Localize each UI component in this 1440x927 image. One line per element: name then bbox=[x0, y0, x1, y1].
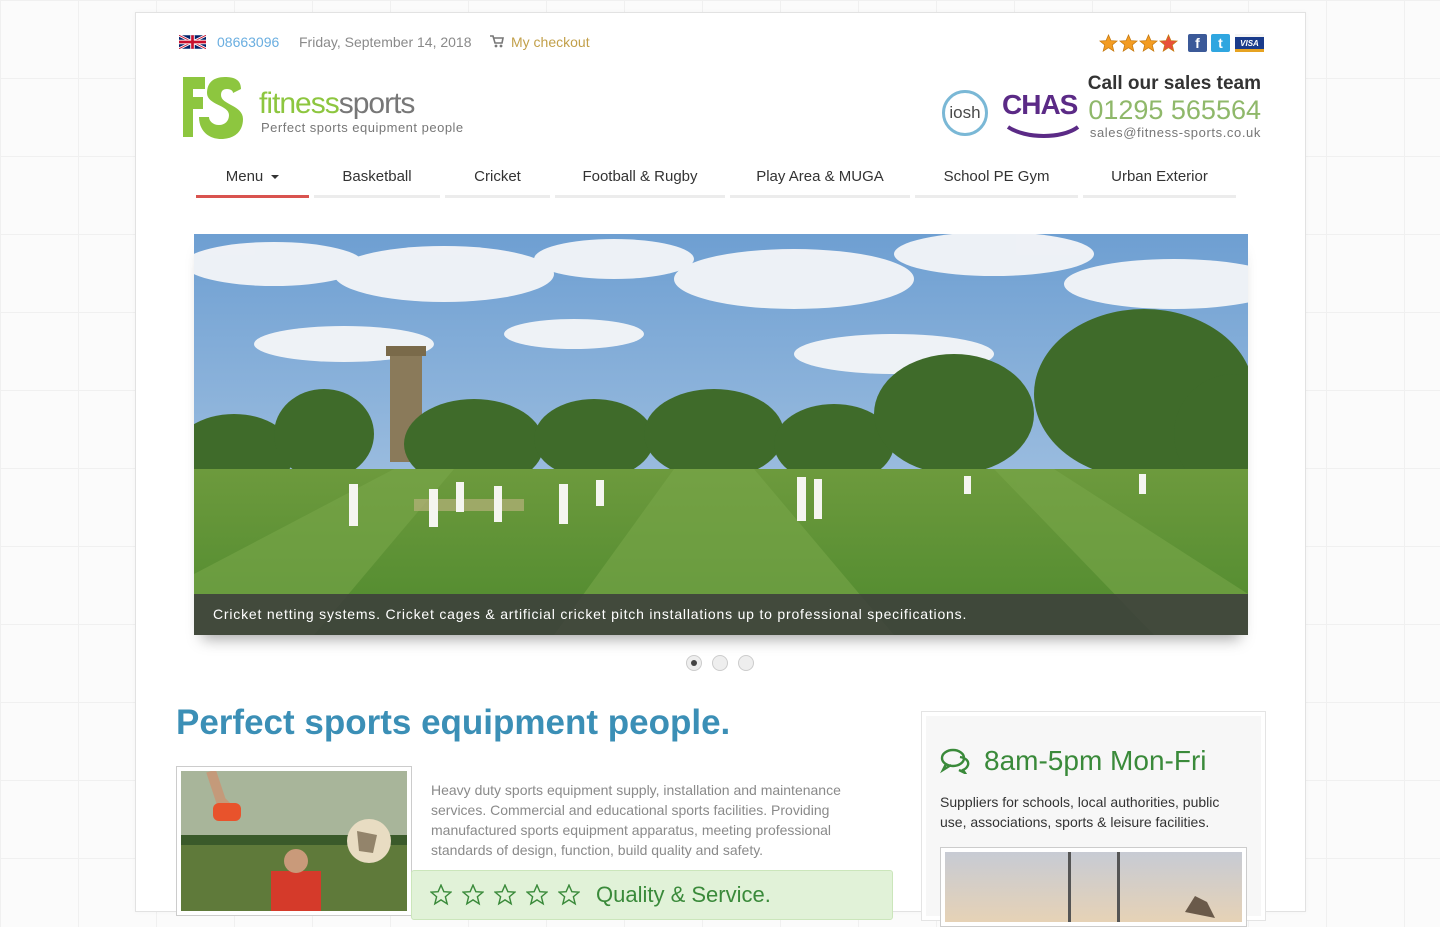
nav-play-area-muga[interactable]: Play Area & MUGA bbox=[730, 158, 910, 198]
chas-logo-text: CHAS bbox=[1002, 89, 1078, 120]
nav-cricket[interactable]: Cricket bbox=[445, 158, 550, 198]
fitness-sports-logo-icon[interactable] bbox=[179, 75, 245, 141]
football-thumbnail bbox=[176, 766, 412, 916]
nav-urban-exterior[interactable]: Urban Exterior bbox=[1083, 158, 1236, 198]
brand-name-fitness: fitness bbox=[259, 87, 340, 120]
facebook-icon[interactable]: f bbox=[1188, 34, 1207, 52]
top-bar: 08663096 Friday, September 14, 2018 My c… bbox=[179, 33, 1264, 53]
sales-title: Call our sales team bbox=[1087, 73, 1261, 94]
suppliers-text: Suppliers for schools, local authorities… bbox=[940, 794, 1220, 830]
caret-down-icon bbox=[271, 174, 280, 179]
brand-name[interactable]: fitnesssports bbox=[259, 87, 416, 121]
football-image bbox=[181, 769, 407, 911]
chas-swoosh-icon bbox=[1006, 125, 1080, 138]
top-phone-link[interactable]: 08663096 bbox=[217, 34, 279, 50]
info-panel: 8am-5pm Mon-Fri Suppliers for schools, l… bbox=[921, 711, 1266, 927]
sales-contact: Call our sales team 01295 565564 sales@f… bbox=[1088, 73, 1261, 140]
hours-text: 8am-5pm Mon-Fri bbox=[984, 745, 1207, 776]
slider-dot[interactable] bbox=[738, 655, 754, 671]
brand-name-sports: sports bbox=[338, 87, 416, 120]
rating-star-icon bbox=[1139, 33, 1158, 52]
quality-star-icon bbox=[462, 884, 484, 906]
slider-dot[interactable] bbox=[712, 655, 728, 671]
sales-email[interactable]: sales@fitness-sports.co.uk bbox=[1088, 125, 1261, 140]
rating-star-icon bbox=[1099, 33, 1118, 52]
nav-menu[interactable]: Menu bbox=[196, 158, 309, 198]
nav-menu-label: Menu bbox=[225, 168, 264, 185]
quality-stars bbox=[430, 884, 590, 906]
quality-star-icon bbox=[494, 884, 516, 906]
current-date: Friday, September 14, 2018 bbox=[299, 34, 472, 50]
rating-stars bbox=[1099, 33, 1178, 53]
quality-banner: Quality & Service. bbox=[411, 870, 893, 920]
quality-text: Quality & Service. bbox=[596, 882, 771, 907]
main-nav: Menu Basketball Cricket Football & Rugby… bbox=[196, 158, 1236, 198]
shopping-cart-icon[interactable] bbox=[490, 35, 504, 48]
nav-school-pe-gym[interactable]: School PE Gym bbox=[915, 158, 1078, 198]
quality-star-icon bbox=[558, 884, 580, 906]
slider-dot[interactable] bbox=[686, 655, 702, 671]
hero-slider[interactable]: Cricket netting systems. Cricket cages &… bbox=[194, 234, 1248, 635]
quality-star-icon bbox=[430, 884, 452, 906]
quality-star-icon bbox=[526, 884, 548, 906]
rating-star-icon bbox=[1159, 33, 1178, 52]
nav-basketball[interactable]: Basketball bbox=[314, 158, 440, 198]
page-headline: Perfect sports equipment people. bbox=[176, 703, 731, 742]
uk-flag-icon[interactable] bbox=[179, 35, 206, 49]
cricket-field-image bbox=[194, 234, 1248, 635]
visa-icon: VISA bbox=[1235, 34, 1264, 52]
brand-tagline: Perfect sports equipment people bbox=[261, 120, 464, 135]
twitter-icon[interactable]: t bbox=[1211, 34, 1230, 52]
iosh-badge: iosh bbox=[942, 90, 988, 136]
my-checkout-link[interactable]: My checkout bbox=[511, 34, 590, 50]
opening-hours: 8am-5pm Mon-Fri bbox=[940, 745, 1206, 777]
nav-football-rugby[interactable]: Football & Rugby bbox=[555, 158, 725, 198]
slider-caption: Cricket netting systems. Cricket cages &… bbox=[194, 594, 1248, 635]
chat-bubbles-icon bbox=[940, 748, 970, 774]
sales-phone[interactable]: 01295 565564 bbox=[1088, 95, 1261, 125]
page-container: 08663096 Friday, September 14, 2018 My c… bbox=[135, 12, 1306, 927]
panel-thumbnail bbox=[940, 847, 1247, 927]
top-right-badges: f t VISA bbox=[1099, 33, 1264, 53]
sunset-image bbox=[945, 852, 1242, 922]
rating-star-icon bbox=[1119, 33, 1138, 52]
chas-badge: CHAS bbox=[1002, 89, 1080, 138]
intro-paragraph: Heavy duty sports equipment supply, inst… bbox=[431, 782, 841, 858]
slider-dots bbox=[686, 655, 754, 671]
